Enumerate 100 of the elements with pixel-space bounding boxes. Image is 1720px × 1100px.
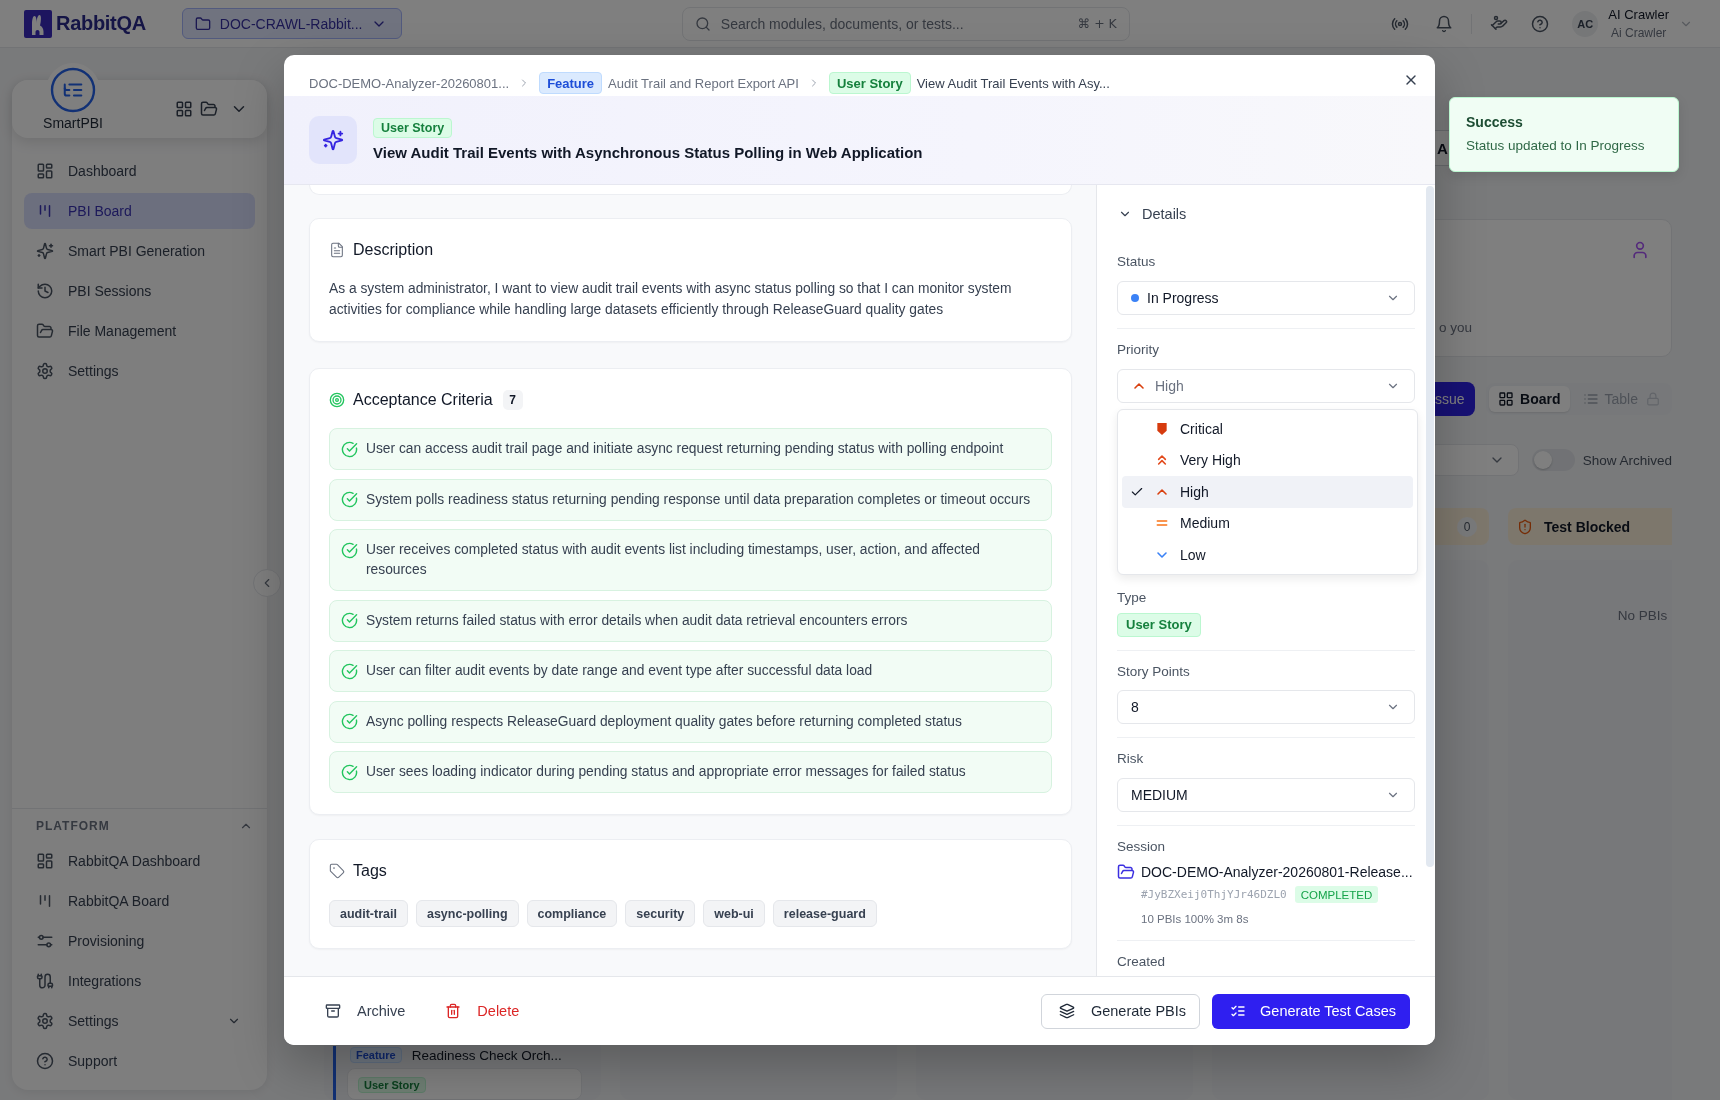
story-card[interactable]: User Story [347, 1068, 582, 1100]
priority-option[interactable]: Medium [1122, 507, 1413, 539]
section-label: PLATFORM [36, 819, 110, 833]
priority-option[interactable]: Very High [1122, 444, 1413, 476]
priority-option[interactable]: Critical [1122, 413, 1413, 445]
list-checks-icon [1230, 1003, 1247, 1019]
nav-item[interactable]: Settings [24, 353, 255, 389]
help-icon [36, 1052, 54, 1070]
priority-select[interactable]: High [1117, 369, 1415, 403]
type-badge: Feature [539, 72, 603, 94]
folder-icon [194, 15, 211, 32]
view-tab[interactable]: Board [1489, 386, 1570, 412]
check-circle-icon [341, 612, 358, 629]
breadcrumb-current: View Audit Trail Events with Asy... [916, 75, 1110, 91]
history-icon [36, 282, 54, 300]
welcome-text: o you [1439, 320, 1474, 335]
nav-item[interactable]: Integrations [24, 963, 255, 999]
toast-title: Success [1466, 113, 1524, 131]
trash-icon [445, 1003, 462, 1019]
nav-item[interactable]: Support [24, 1043, 255, 1079]
layers-icon [1058, 1003, 1075, 1019]
bell-icon[interactable] [1435, 14, 1454, 33]
priority-option[interactable]: Low [1122, 539, 1413, 571]
grid-icon[interactable] [175, 100, 193, 118]
cable-icon [36, 972, 54, 990]
document-icon [329, 242, 345, 258]
description-text: As a system administrator, I want to view audit trail events with async status polling so that I can monitor system activities for compliance while handling large datasets efficiently through ReleaseGuard quality gates [329, 280, 1013, 319]
generate-test-cases-button[interactable]: Generate Test Cases [1212, 993, 1410, 1029]
tag-chip: release-guard [772, 900, 877, 927]
story-points-select[interactable]: 8 [1117, 689, 1415, 724]
type-badge: User Story [828, 72, 911, 94]
card-title: Readiness Check Orch... [411, 1047, 562, 1063]
type-badge: User Story [373, 118, 453, 138]
hand-icon[interactable] [1490, 14, 1509, 33]
project-selector[interactable]: DOC-CRAWL-Rabbit... [181, 8, 402, 39]
shield-alert-icon [1517, 518, 1533, 535]
user-name: AI Crawler [1608, 6, 1669, 22]
scrollbar-thumb[interactable] [1426, 186, 1434, 867]
folder-icon [1117, 862, 1135, 881]
nav-item[interactable]: Settings [24, 1003, 255, 1039]
breadcrumb-link[interactable]: DOC-DEMO-Analyzer-20260801... [309, 75, 510, 91]
field-label: Created [1117, 952, 1167, 971]
shield-icon [1154, 420, 1170, 437]
show-archived-toggle[interactable] [1531, 449, 1575, 471]
tag-chip: web-ui [703, 900, 765, 927]
folder-icon[interactable] [200, 100, 218, 118]
criterion-text: User can access audit trail page and initiate async request returning pending status with polling endpoint [366, 440, 1004, 458]
user-avatar[interactable]: AC [1572, 10, 1599, 37]
priority-option[interactable]: High [1122, 476, 1413, 508]
criterion-text: User sees loading indicator during pending status and appropriate error messages for failed status [366, 763, 966, 781]
delete-button[interactable]: Delete [433, 993, 532, 1029]
logo-icon [24, 9, 52, 38]
session-link[interactable]: DOC-DEMO-Analyzer-20260801-Release... [1141, 863, 1413, 880]
nav-item[interactable]: RabbitQA Board [24, 883, 255, 919]
dashboard-icon [36, 162, 54, 180]
grid-icon [1498, 391, 1515, 407]
check-circle-icon [341, 763, 358, 781]
check-circle-icon [341, 713, 358, 730]
list-icon [1582, 391, 1599, 407]
nav-item[interactable]: RabbitQA Dashboard [24, 843, 255, 879]
sparkle-icon [36, 242, 54, 260]
nav-item[interactable]: PBI Board [24, 193, 255, 229]
check-circle-icon [341, 541, 358, 559]
field-label: Type [1117, 588, 1148, 607]
nav-item[interactable]: Smart PBI Generation [24, 233, 255, 269]
archive-button[interactable]: Archive [313, 993, 418, 1029]
risk-select[interactable]: MEDIUM [1117, 777, 1415, 812]
help-icon[interactable] [1531, 14, 1550, 33]
session-id: #JyBZXeij0ThjYJr46DZL0 [1141, 888, 1287, 901]
status-select[interactable]: In Progress [1117, 281, 1415, 315]
section-title: Tags [353, 862, 387, 880]
nav-item[interactable]: Provisioning [24, 923, 255, 959]
nav-item[interactable]: PBI Sessions [24, 273, 255, 309]
toast-message: Status updated to In Progress [1466, 137, 1646, 155]
folder-icon [36, 322, 54, 340]
search-field[interactable]: Search modules, documents, or tests... ⌘ + K [681, 6, 1130, 41]
breadcrumb-link[interactable]: Audit Trail and Report Export API [608, 75, 799, 91]
search-input[interactable]: Search modules, documents, or tests... [720, 15, 1068, 32]
check-circle-icon [341, 662, 358, 680]
nav-item[interactable]: File Management [24, 313, 255, 349]
empty-state-text: No PBIs [1616, 608, 1669, 623]
criterion-text: System polls readiness status returning pending response until data preparation completes or timeout occurs [366, 490, 1031, 509]
type-badge: User Story [358, 1077, 426, 1093]
search-icon [694, 15, 711, 32]
tag-chip: audit-trail [329, 900, 408, 927]
section-title[interactable]: Details [1142, 206, 1187, 222]
app-name: SmartPBI [43, 115, 103, 131]
section-title: Acceptance Criteria [353, 391, 493, 409]
archive-icon [325, 1003, 341, 1019]
section-title: Description [353, 241, 434, 259]
settings-icon [36, 362, 54, 380]
type-badge: User Story [1117, 612, 1201, 637]
tag-icon [329, 863, 345, 879]
nav-item[interactable]: Dashboard [24, 153, 255, 189]
criterion-text: Async polling respects ReleaseGuard deployment quality gates before returning completed status [366, 712, 962, 731]
target-icon [329, 392, 345, 408]
generate-pbis-button[interactable]: Generate PBIs [1040, 993, 1201, 1029]
field-label: Story Points [1117, 662, 1191, 681]
column-title: Test Blocked [1544, 518, 1631, 535]
logo-text: RabbitQA [56, 12, 146, 35]
